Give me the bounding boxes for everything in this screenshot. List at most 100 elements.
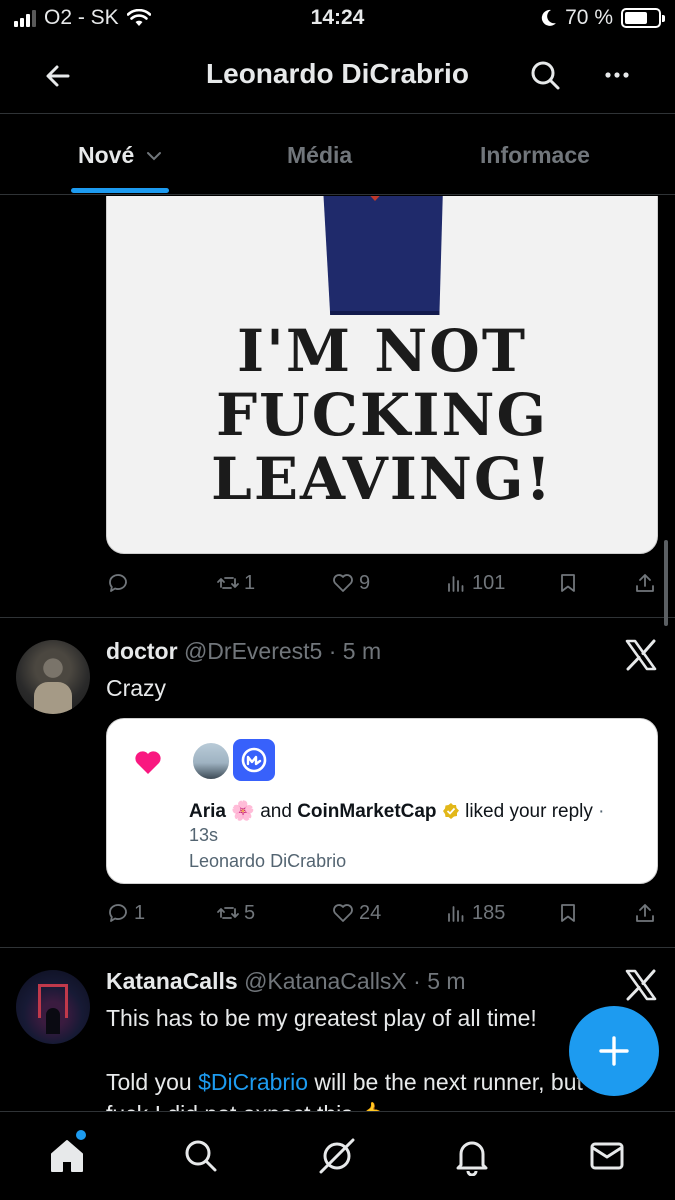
post-text-line-2: Told you $DiCrabrio will be the next run… [106, 1069, 583, 1096]
repost-icon [217, 577, 239, 589]
bookmark-button[interactable] [556, 571, 580, 595]
moon-icon [541, 9, 557, 26]
like-button[interactable]: 24 [331, 901, 381, 925]
like-count: 9 [359, 571, 371, 594]
post-header: KatanaCalls @KatanaCallsX · 5 m [106, 968, 466, 995]
tab-new-label: Nové [78, 142, 135, 168]
heart-icon [333, 904, 353, 922]
quoted-image[interactable]: Aria 🌸 and CoinMarketCap liked your repl… [106, 718, 658, 884]
views-count: 101 [472, 571, 506, 594]
nav-messages[interactable] [585, 1134, 629, 1178]
reply-icon [109, 904, 127, 922]
repost-count: 1 [244, 571, 256, 594]
more-options-icon[interactable] [598, 56, 636, 94]
views-icon [448, 576, 464, 592]
tab-info[interactable]: Informace [480, 142, 590, 169]
bookmark-icon [561, 904, 575, 922]
share-icon [636, 904, 654, 922]
aria-avatar [191, 741, 231, 781]
x-logo-icon [625, 969, 657, 1001]
reply-icon [109, 574, 127, 592]
post-text-line-1: This has to be my greatest play of all t… [106, 1005, 537, 1031]
avatar-figure [34, 682, 72, 714]
separator-dot: · [406, 968, 428, 994]
sign-line-2: FUCKING [215, 381, 548, 449]
mail-icon [590, 1142, 624, 1170]
scrollbar[interactable] [664, 540, 668, 626]
grok-icon [319, 1138, 355, 1174]
post-time: 5 m [427, 968, 466, 994]
views-button[interactable]: 185 [444, 901, 505, 925]
flower-emoji: 🌸 [231, 801, 255, 822]
cmc-m-icon [241, 747, 267, 773]
profile-header: Leonardo DiCrabrio [0, 40, 675, 112]
user-handle[interactable]: @DrEverest5 [184, 638, 322, 664]
notif-account: Leonardo DiCrabrio [189, 851, 347, 871]
display-name[interactable]: doctor [106, 638, 178, 664]
sign-line-1: I'M NOT [237, 317, 527, 385]
timeline[interactable]: I'M NOT FUCKING LEAVING! 1 9 101 doctor … [0, 196, 675, 1111]
battery-percent: 70 % [565, 6, 613, 29]
heart-filled-icon [135, 751, 161, 774]
chevron-down-icon [146, 152, 161, 161]
avatar[interactable] [16, 970, 90, 1044]
home-icon [51, 1140, 83, 1172]
notification-text: Aria 🌸 and CoinMarketCap liked your repl… [189, 799, 605, 823]
post-actions: 1 5 24 185 [106, 901, 658, 931]
profile-tabs: Nové Média Informace [0, 113, 675, 195]
search-icon [185, 1140, 217, 1172]
share-button[interactable] [633, 571, 657, 595]
bookmark-icon [561, 574, 575, 592]
post-image[interactable]: I'M NOT FUCKING LEAVING! [106, 196, 658, 554]
active-tab-indicator [71, 188, 169, 193]
search-icon[interactable] [526, 56, 564, 94]
post-divider [0, 617, 675, 618]
bookmark-button[interactable] [556, 901, 580, 925]
x-logo-icon [625, 639, 657, 671]
post-text-suffix: will be the next runner, but [308, 1069, 583, 1095]
separator-dot: · [322, 638, 343, 664]
share-button[interactable] [633, 901, 657, 925]
bottom-navigation [0, 1111, 675, 1200]
post-text: Crazy [106, 675, 167, 701]
user-handle[interactable]: @KatanaCallsX [244, 968, 407, 994]
notif-user1: Aria [189, 801, 226, 822]
avatar[interactable] [16, 640, 90, 714]
notif-time: 13s [189, 825, 219, 845]
nav-home[interactable] [45, 1134, 89, 1178]
reply-count: 1 [134, 901, 146, 924]
tab-media[interactable]: Média [287, 142, 352, 169]
avatar-figure [46, 1008, 60, 1034]
display-name[interactable]: KatanaCalls [106, 968, 238, 994]
battery-icon [621, 8, 665, 28]
nav-search[interactable] [179, 1134, 223, 1178]
coinmarketcap-logo-icon [233, 739, 275, 781]
like-button[interactable]: 9 [331, 571, 370, 595]
notif-user2: CoinMarketCap [297, 801, 437, 822]
notif-connector: and [260, 801, 292, 822]
repost-button[interactable]: 5 [216, 901, 255, 925]
like-count: 24 [359, 901, 382, 924]
post-header: doctor @DrEverest5 · 5 m [106, 638, 381, 665]
reply-button[interactable]: 1 [106, 901, 145, 925]
views-icon [448, 906, 464, 922]
views-button[interactable]: 101 [444, 571, 505, 595]
heart-icon [333, 574, 353, 592]
cashtag-link[interactable]: $DiCrabrio [198, 1069, 308, 1095]
bell-icon [456, 1141, 488, 1176]
views-count: 185 [472, 901, 506, 924]
post-text-line-3: fuck I did not expect this 🤙 [106, 1101, 388, 1111]
verified-badge-icon [442, 803, 459, 819]
notif-dot: · [592, 801, 605, 822]
post-divider [0, 947, 675, 948]
sign-line-3: LEAVING! [211, 445, 553, 513]
reply-button[interactable] [106, 571, 134, 595]
tab-new[interactable]: Nové [78, 142, 163, 169]
compose-button[interactable] [569, 1006, 659, 1096]
post-actions: 1 9 101 [106, 571, 658, 601]
nav-grok[interactable] [315, 1134, 359, 1178]
repost-button[interactable]: 1 [216, 571, 255, 595]
notif-action: liked your reply [465, 801, 593, 822]
nav-notifications[interactable] [450, 1134, 494, 1178]
post-time: 5 m [342, 638, 382, 664]
